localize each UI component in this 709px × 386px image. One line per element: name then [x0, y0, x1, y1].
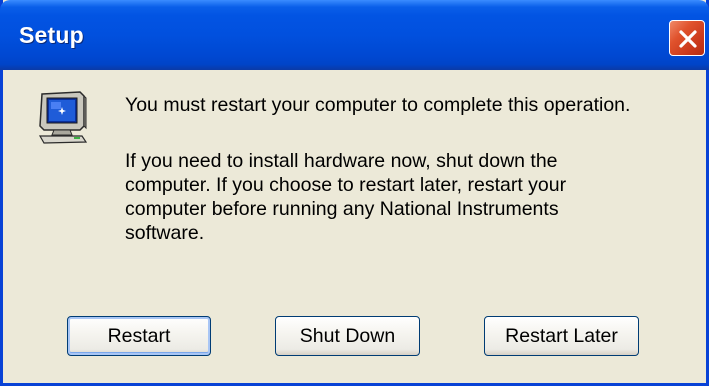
close-icon — [679, 30, 697, 48]
computer-monitor-icon — [38, 91, 88, 144]
primary-message: You must restart your computer to comple… — [125, 94, 631, 116]
dialog-body: You must restart your computer to comple… — [3, 70, 706, 383]
close-button[interactable] — [669, 20, 705, 56]
secondary-message: If you need to install hardware now, shu… — [125, 150, 567, 244]
setup-dialog-window: Setup You must restart your computer to … — [0, 0, 709, 386]
shut-down-button[interactable]: Shut Down — [275, 316, 420, 356]
restart-later-button[interactable]: Restart Later — [484, 316, 639, 356]
window-title: Setup — [19, 22, 84, 48]
restart-button[interactable]: Restart — [67, 316, 211, 356]
title-bar[interactable]: Setup — [0, 0, 709, 70]
